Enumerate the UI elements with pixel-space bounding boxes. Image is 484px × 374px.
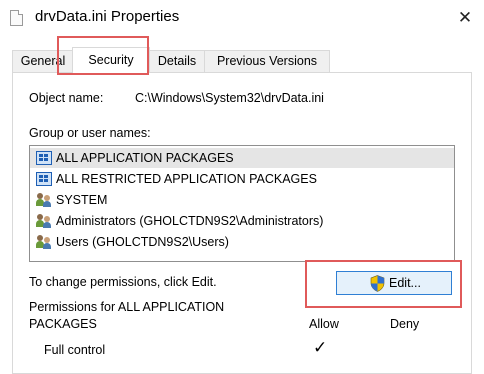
permissions-label-line1: Permissions for ALL APPLICATION (29, 300, 225, 314)
tab-details[interactable]: Details (148, 50, 206, 72)
list-item[interactable]: ALL RESTRICTED APPLICATION PACKAGES (30, 169, 454, 189)
users-icon (36, 235, 52, 249)
object-name-label: Object name: (29, 91, 104, 105)
object-name-value: C:\Windows\System32\drvData.ini (135, 91, 324, 105)
edit-button-label: Edit... (389, 276, 421, 290)
list-item[interactable]: Users (GHOLCTDN9S2\Users) (30, 232, 454, 252)
permission-name: Full control (44, 343, 106, 357)
allow-column-header: Allow (309, 317, 339, 331)
package-icon (36, 151, 52, 165)
window-title: drvData.ini Properties (35, 8, 180, 25)
list-item-label: Administrators (GHOLCTDN9S2\Administrato… (56, 214, 324, 228)
close-icon[interactable]: ✕ (450, 3, 480, 33)
users-icon (36, 193, 52, 207)
users-icon (36, 214, 52, 228)
allow-check-icon: ✓ (313, 338, 328, 357)
group-list-label: Group or user names: (29, 126, 151, 140)
file-icon (10, 10, 23, 26)
permissions-label-line2: PACKAGES (29, 317, 97, 331)
deny-column-header: Deny (390, 317, 420, 331)
edit-button[interactable]: Edit... (336, 271, 452, 295)
list-item-label: ALL APPLICATION PACKAGES (56, 151, 234, 165)
list-item-label: SYSTEM (56, 193, 108, 207)
list-item[interactable]: Administrators (GHOLCTDN9S2\Administrato… (30, 211, 454, 231)
group-user-list[interactable]: ALL APPLICATION PACKAGES ALL RESTRICTED … (29, 145, 455, 262)
list-item-label: Users (GHOLCTDN9S2\Users) (56, 235, 229, 249)
list-item[interactable]: ALL APPLICATION PACKAGES (30, 148, 454, 168)
package-icon (36, 172, 52, 186)
title-bar: drvData.ini Properties ✕ (0, 0, 484, 36)
change-permissions-text: To change permissions, click Edit. (29, 275, 217, 289)
tab-general[interactable]: General (12, 50, 74, 72)
tab-previous-versions[interactable]: Previous Versions (204, 50, 330, 72)
list-item-label: ALL RESTRICTED APPLICATION PACKAGES (56, 172, 317, 186)
uac-shield-icon (370, 275, 385, 292)
tab-security[interactable]: Security (72, 47, 150, 73)
list-item[interactable]: SYSTEM (30, 190, 454, 210)
